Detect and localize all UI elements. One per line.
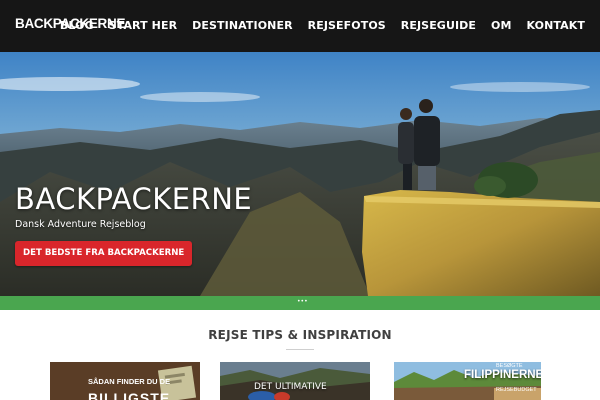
green-divider-bar: ••• (0, 296, 600, 310)
nav-item-rejsefotos[interactable]: REJSEFOTOS (308, 19, 386, 32)
card-cheapest-flights[interactable]: SÅDAN FINDER DU DE BILLIGSTE (50, 362, 200, 400)
card-1-line1: SÅDAN FINDER DU DE (88, 377, 171, 386)
hero-subtitle: Dansk Adventure Rejseblog (15, 219, 146, 230)
nav-item-om[interactable]: OM (491, 19, 512, 32)
card-2-line1: DET ULTIMATIVE (254, 382, 327, 392)
top-navbar: BACKPACKERNE BLOG START HER DESTINATIONE… (0, 0, 600, 52)
nav-item-rejseguide[interactable]: REJSEGUIDE (401, 19, 476, 32)
card-ultimate[interactable]: DET ULTIMATIVE (220, 362, 370, 400)
nav-item-start-her[interactable]: START HER (109, 19, 178, 32)
dots-icon: ••• (297, 298, 308, 305)
card-1-line2: BILLIGSTE (88, 390, 171, 400)
nav-item-kontakt[interactable]: KONTAKT (527, 19, 585, 32)
best-of-button[interactable]: DET BEDSTE FRA BACKPACKERNE (15, 241, 193, 266)
card-3-title: FILIPPINERNE (464, 369, 541, 381)
hero-banner: BACKPACKERNE Dansk Adventure Rejseblog D… (0, 52, 600, 296)
hero-title: BACKPACKERNE (15, 182, 253, 216)
card-philippines[interactable]: BESØGTE FILIPPINERNE REJSEBUDGET (394, 362, 541, 400)
card-3-bottom: REJSEBUDGET (496, 387, 537, 393)
title-divider (286, 349, 314, 350)
section-title: REJSE TIPS & INSPIRATION (208, 328, 392, 342)
main-menu: BLOG START HER DESTINATIONER REJSEFOTOS … (60, 19, 585, 32)
nav-item-destinationer[interactable]: DESTINATIONER (192, 19, 292, 32)
card-image (220, 362, 370, 400)
nav-item-blog[interactable]: BLOG (60, 19, 94, 32)
